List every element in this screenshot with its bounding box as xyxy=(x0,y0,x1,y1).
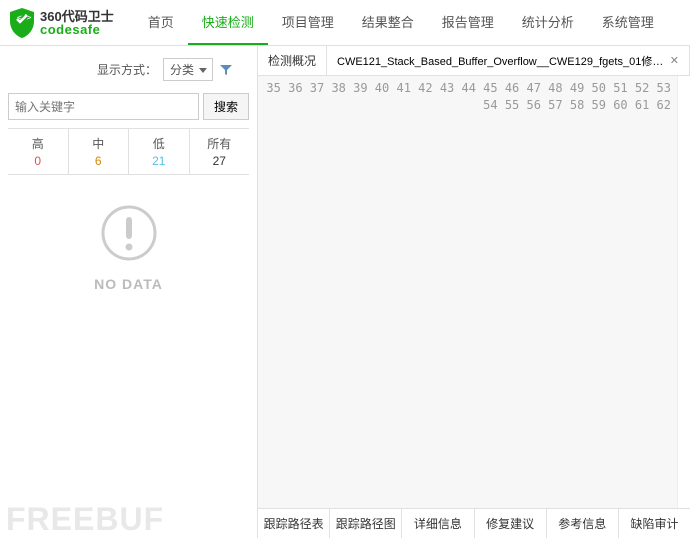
bottom-tab-2[interactable]: 详细信息 xyxy=(402,509,474,538)
stat-0[interactable]: 高0 xyxy=(8,129,69,174)
logo: </> 360代码卫士 codesafe xyxy=(8,7,114,39)
tab-overview[interactable]: 检测概况 xyxy=(258,46,327,75)
nav-item-1[interactable]: 快速检测 xyxy=(188,0,268,45)
line-gutter: 35 36 37 38 39 40 41 42 43 44 45 46 47 4… xyxy=(258,76,678,508)
bottom-tab-5[interactable]: 缺陷审计 xyxy=(619,509,690,538)
bottom-tab-4[interactable]: 参考信息 xyxy=(547,509,619,538)
shield-icon: </> xyxy=(8,7,36,39)
search-input[interactable] xyxy=(8,93,199,120)
tab-file-name: CWE121_Stack_Based_Buffer_Overflow__CWE1… xyxy=(337,53,666,69)
nav-item-6[interactable]: 系统管理 xyxy=(588,0,668,45)
display-mode-label: 显示方式： xyxy=(97,61,157,78)
filter-icon[interactable] xyxy=(219,63,233,77)
display-mode-select[interactable]: 分类 xyxy=(163,58,213,81)
exclamation-icon xyxy=(99,203,159,263)
nav-item-4[interactable]: 报告管理 xyxy=(428,0,508,45)
stat-2[interactable]: 低21 xyxy=(129,129,190,174)
logo-text-cn: 360代码卫士 xyxy=(40,10,114,23)
watermark-text: FREEBUF xyxy=(6,501,164,538)
nav-item-5[interactable]: 统计分析 xyxy=(508,0,588,45)
logo-text-en: codesafe xyxy=(40,23,114,36)
code-view: data = atoi(inputBuffer); } else { print… xyxy=(678,76,690,508)
bottom-tab-0[interactable]: 跟踪路径表 xyxy=(258,509,330,538)
search-button[interactable]: 搜索 xyxy=(203,93,249,120)
main-nav: 首页快速检测项目管理结果整合报告管理统计分析系统管理 xyxy=(134,0,668,45)
no-data-panel: NO DATA xyxy=(8,175,249,320)
tab-file[interactable]: CWE121_Stack_Based_Buffer_Overflow__CWE1… xyxy=(327,46,690,75)
bottom-tab-3[interactable]: 修复建议 xyxy=(475,509,547,538)
stat-3[interactable]: 所有27 xyxy=(190,129,250,174)
bottom-tab-1[interactable]: 跟踪路径图 xyxy=(330,509,402,538)
no-data-text: NO DATA xyxy=(8,276,249,292)
stat-1[interactable]: 中6 xyxy=(69,129,130,174)
nav-item-0[interactable]: 首页 xyxy=(134,0,188,45)
nav-item-3[interactable]: 结果整合 xyxy=(348,0,428,45)
close-icon[interactable]: ✕ xyxy=(670,54,679,67)
nav-item-2[interactable]: 项目管理 xyxy=(268,0,348,45)
svg-text:</>: </> xyxy=(17,13,32,22)
